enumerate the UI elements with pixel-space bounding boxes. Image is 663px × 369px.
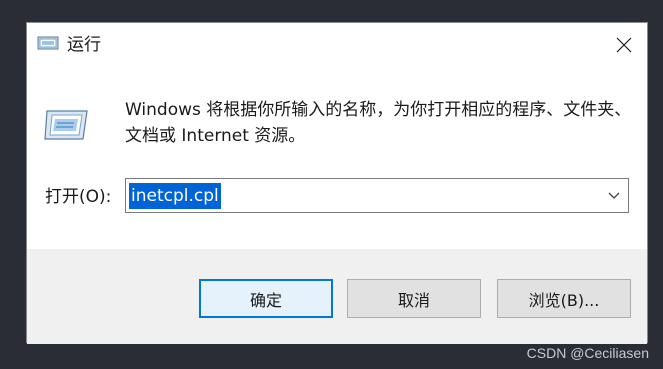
browse-button[interactable]: 浏览(B)...	[497, 279, 631, 318]
chevron-down-icon[interactable]	[606, 187, 622, 203]
open-combobox[interactable]: inetcpl.cpl	[125, 178, 629, 213]
dialog-footer: 确定 取消 浏览(B)...	[27, 249, 647, 344]
watermark: CSDN @Ceciliasen	[526, 345, 649, 361]
open-input[interactable]: inetcpl.cpl	[129, 183, 221, 209]
run-icon	[44, 110, 88, 140]
open-label: 打开(O):	[45, 187, 112, 207]
title-bar: 运行	[27, 23, 647, 67]
run-icon	[37, 36, 59, 50]
close-button[interactable]	[601, 23, 647, 67]
ok-button[interactable]: 确定	[199, 279, 333, 318]
run-dialog: 运行 Windows 将根据你所输入的名称，为你打开相应的程序、文件夹、文档或 …	[26, 22, 648, 344]
dialog-body: Windows 将根据你所输入的名称，为你打开相应的程序、文件夹、文档或 Int…	[27, 67, 647, 249]
window-title: 运行	[67, 35, 101, 55]
close-icon	[616, 37, 632, 53]
cancel-button[interactable]: 取消	[347, 279, 481, 318]
dialog-description: Windows 将根据你所输入的名称，为你打开相应的程序、文件夹、文档或 Int…	[125, 100, 632, 146]
